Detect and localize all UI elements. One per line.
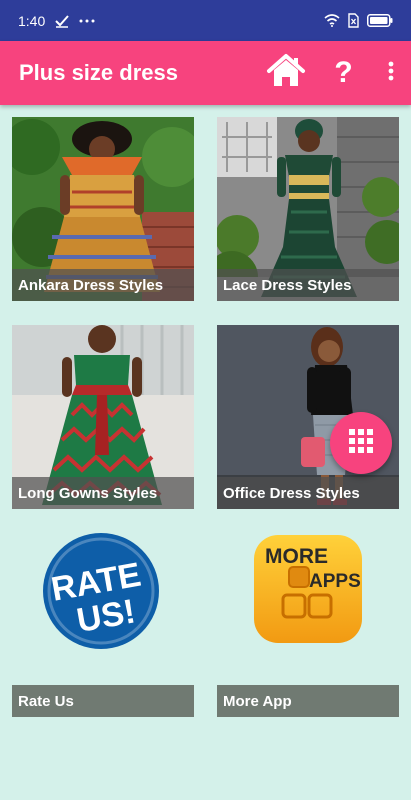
status-bar: 1:40 [0, 0, 411, 41]
home-icon [266, 53, 306, 94]
more-icon-line1: MORE [265, 545, 328, 568]
tile-caption: Lace Dress Styles [217, 269, 399, 301]
app-title: Plus size dress [19, 60, 178, 85]
tile-caption: Long Gowns Styles [12, 477, 194, 509]
grid-fab-button[interactable] [330, 412, 392, 474]
help-icon: ? [334, 56, 353, 89]
checkmark-icon [55, 14, 69, 28]
home-button[interactable] [256, 41, 316, 105]
tile-caption: Ankara Dress Styles [12, 269, 194, 301]
tile-caption: Office Dress Styles [217, 477, 399, 509]
status-time: 1:40 [18, 12, 46, 29]
more-vert-icon [388, 61, 394, 86]
category-tile-ankara[interactable]: Ankara Dress Styles [12, 117, 194, 301]
battery-icon [367, 14, 393, 27]
more-icon-line2: APPS [309, 571, 361, 592]
more-apps-tile[interactable]: MORE APPS More App [217, 533, 399, 717]
rate-us-tile[interactable]: RATE US! Rate Us [12, 533, 194, 717]
grid-icon [349, 428, 373, 458]
more-dots-icon [79, 19, 95, 23]
wifi-icon [324, 14, 340, 27]
category-tile-lace[interactable]: Lace Dress Styles [217, 117, 399, 301]
help-button[interactable]: ? [316, 41, 371, 105]
app-bar: Plus size dress ? [0, 41, 411, 105]
category-tile-long-gowns[interactable]: Long Gowns Styles [12, 325, 194, 509]
tile-caption: Rate Us [12, 685, 194, 717]
tile-caption: More App [217, 685, 399, 717]
overflow-menu-button[interactable] [371, 41, 411, 105]
sim-icon [348, 13, 359, 28]
